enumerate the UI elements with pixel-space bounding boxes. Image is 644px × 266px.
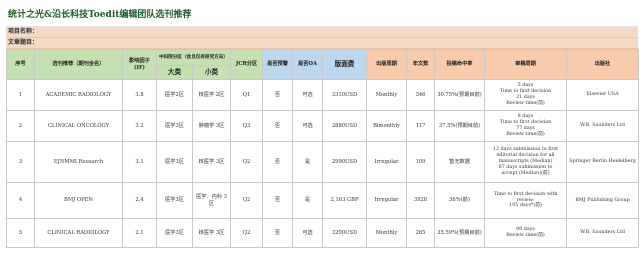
- cell-apc: 3310USD: [322, 79, 368, 111]
- cell-warning: 否: [262, 182, 294, 219]
- cell-apc: 2,163 GBP: [322, 182, 368, 219]
- cell-if: 3.1: [122, 141, 157, 183]
- cell-journal: BMJ OPEN: [34, 182, 123, 219]
- cell-major: 医学3区: [156, 110, 193, 142]
- cell-minor: 核医学 3区: [191, 141, 232, 183]
- project-name-row: 项目名称：: [6, 27, 638, 38]
- cell-freq: Irregular: [366, 141, 408, 183]
- cell-freq: Irregular: [366, 182, 408, 219]
- cell-freq: Monthly: [366, 218, 408, 248]
- cell-apc: 2990USD: [322, 141, 368, 183]
- cell-major: 医学3区: [156, 182, 193, 219]
- cell-journal: ACADEMIC RADIOLOGY: [34, 79, 123, 111]
- cell-if: 3.2: [122, 110, 157, 142]
- cell-review: 8 days Time to first decision 77 days Re…: [484, 110, 568, 142]
- table-row: 5 CLINICAL RADIOLOGY 2.1 医学3区 核医学 3区 Q2 …: [6, 218, 640, 248]
- header-minor: 小类: [191, 65, 232, 80]
- cell-review: Time to first decision with review: 105 …: [484, 182, 568, 219]
- header-oa: 是否OA: [292, 49, 324, 80]
- cell-major: 医学3区: [156, 218, 193, 248]
- cell-oa: 可选: [292, 79, 324, 111]
- header-review: 审稿周期: [484, 49, 568, 80]
- cell-accept: 37.5%(预期目前): [434, 110, 486, 142]
- cell-publisher: W.B. Saunders Ltd: [566, 110, 640, 142]
- header-warning: 是否预警: [262, 49, 294, 80]
- cell-oa: 可选: [292, 110, 324, 142]
- cell-freq: Monthly: [366, 79, 408, 111]
- cell-freq: Bimonthly: [366, 110, 408, 142]
- cell-minor: 核医学 2区: [191, 79, 232, 111]
- cell-oa: 是: [292, 141, 324, 183]
- cell-warning: 否: [262, 79, 294, 111]
- cell-jcr: Q1: [230, 79, 264, 111]
- cell-publisher: W.B. Saunders Ltd: [566, 218, 640, 248]
- journal-recommendation-sheet: 统计之光&沿长科技Toedit编辑团队选刊推荐 项目名称： 文章题目： 序号 选…: [6, 0, 640, 248]
- cell-major: 医学2区: [156, 79, 193, 111]
- cell-jcr: Q2: [230, 218, 264, 248]
- header-volume: 年文数: [406, 49, 436, 80]
- table-row: 2 CLINICAL ONCOLOGY 3.2 医学3区 肿瘤学 3区 Q3 否…: [6, 110, 640, 142]
- cell-jcr: Q2: [230, 141, 264, 183]
- table-row: 1 ACADEMIC RADIOLOGY 3.8 医学2区 核医学 2区 Q1 …: [6, 79, 640, 111]
- cell-apc: 3200USD: [322, 218, 368, 248]
- cell-publisher: Springer Berlin Heidelberg: [566, 141, 640, 183]
- cell-review: 12 days submission to first editorial de…: [484, 141, 568, 183]
- header-if: 影响因子 (IF): [122, 49, 157, 80]
- cell-accept: 35.59%(预期目前): [434, 218, 486, 248]
- cell-no: 4: [6, 182, 35, 219]
- cell-volume: 109: [406, 141, 436, 183]
- cell-journal: EJNMMI Research: [34, 141, 123, 183]
- header-freq: 出版周期: [366, 49, 408, 80]
- cell-major: 医学3区: [156, 141, 193, 183]
- header-publisher: 出版社: [566, 49, 640, 80]
- cell-volume: 117: [406, 110, 436, 142]
- table-row: 3 EJNMMI Research 3.1 医学3区 核医学 3区 Q2 否 是…: [6, 141, 640, 183]
- cell-no: 2: [6, 110, 35, 142]
- cell-volume: 3928: [406, 182, 436, 219]
- header-jcr: JCR分区: [230, 49, 264, 80]
- cell-minor: 医学：内科 3区: [191, 182, 232, 219]
- header-apc: 版面费: [322, 49, 368, 80]
- cell-oa: 可选: [292, 218, 324, 248]
- cell-accept: 暂无数据: [434, 141, 486, 183]
- header-no: 序号: [6, 49, 35, 80]
- cell-warning: 否: [262, 218, 294, 248]
- cell-review: 5 days Time to first decision 21 days Re…: [484, 79, 568, 111]
- cell-minor: 核医学 3区: [191, 218, 232, 248]
- cell-warning: 否: [262, 141, 294, 183]
- cell-volume: 346: [406, 79, 436, 111]
- header-row-1: 序号 选刊推荐（期刊全名） 影响因子 (IF) 中科院分区（含且仅有研究方向） …: [6, 49, 640, 80]
- journal-table: 序号 选刊推荐（期刊全名） 影响因子 (IF) 中科院分区（含且仅有研究方向） …: [6, 49, 640, 248]
- header-cas-group: 中科院分区（含且仅有研究方向）: [155, 49, 232, 66]
- header-accept: 投稿命中率: [434, 49, 486, 80]
- cell-journal: CLINICAL ONCOLOGY: [34, 110, 123, 142]
- article-title-row: 文章题目：: [6, 38, 638, 49]
- cell-accept: 30.75%(预期目前): [434, 79, 486, 111]
- cell-publisher: BMJ Publishing Group: [566, 182, 640, 219]
- cell-warning: 否: [262, 110, 294, 142]
- cell-review: 80 days Review time(前): [484, 218, 568, 248]
- table-row: 4 BMJ OPEN 2.4 医学3区 医学：内科 3区 Q2 否 是 2,16…: [6, 182, 640, 219]
- cell-jcr: Q3: [230, 110, 264, 142]
- header-major: 大类: [156, 65, 193, 80]
- header-journal: 选刊推荐（期刊全名）: [34, 49, 123, 80]
- cell-if: 2.4: [122, 182, 157, 219]
- cell-accept: 36%(前): [434, 182, 486, 219]
- cell-oa: 是: [292, 182, 324, 219]
- cell-if: 3.8: [122, 79, 157, 111]
- cell-jcr: Q2: [230, 182, 264, 219]
- cell-no: 1: [6, 79, 35, 111]
- cell-volume: 265: [406, 218, 436, 248]
- cell-if: 2.1: [122, 218, 157, 248]
- cell-minor: 肿瘤学 3区: [191, 110, 232, 142]
- cell-journal: CLINICAL RADIOLOGY: [34, 218, 123, 248]
- sheet-title: 统计之光&沿长科技Toedit编辑团队选刊推荐: [6, 0, 638, 27]
- cell-publisher: Elsevier USA: [566, 79, 640, 111]
- cell-no: 3: [6, 141, 35, 183]
- cell-no: 5: [6, 218, 35, 248]
- cell-apc: 2880USD: [322, 110, 368, 142]
